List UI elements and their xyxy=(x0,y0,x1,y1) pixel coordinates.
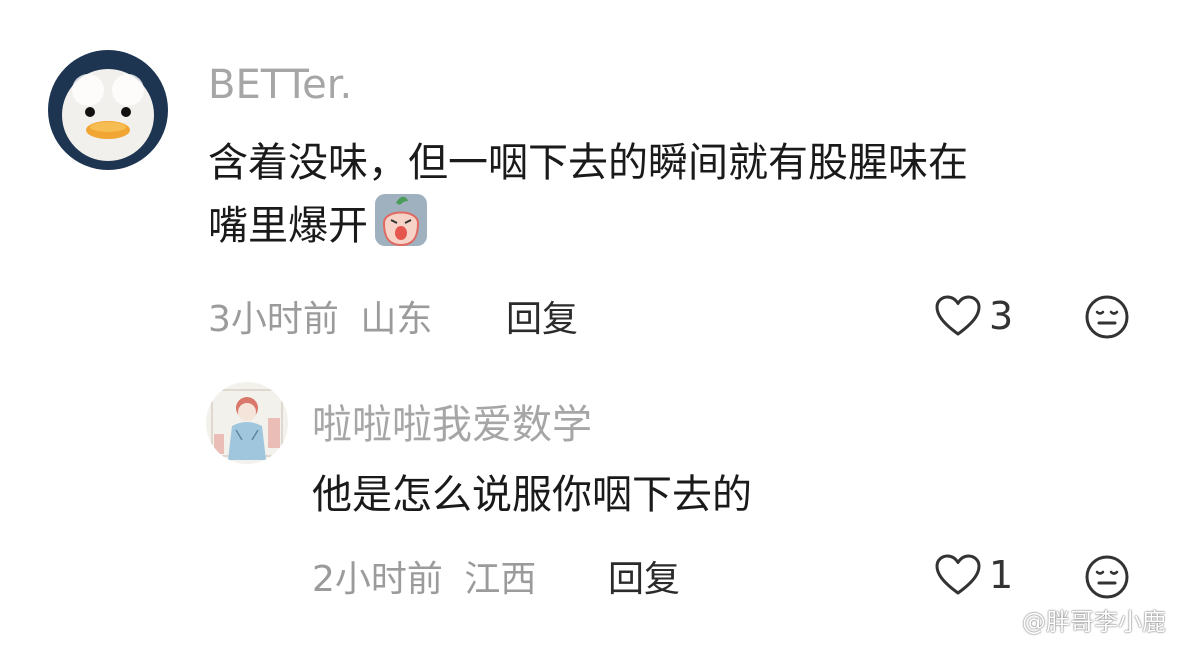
comment-text-line-with-emoji: 嘴里爆开 xyxy=(208,193,1128,264)
watermark-text: @胖哥李小鹿 xyxy=(1022,608,1166,636)
watermark: @胖哥李小鹿 xyxy=(982,602,1166,637)
heart-icon xyxy=(935,295,981,336)
dislike-button[interactable] xyxy=(1084,554,1130,604)
reply-button[interactable]: 回复 xyxy=(506,290,578,342)
comment-username[interactable]: 啦啦啦我爱数学 xyxy=(312,392,592,450)
like-button[interactable]: 1 xyxy=(935,553,1013,597)
comment-text-line: 含着没味，但一咽下去的瞬间就有股腥味在 xyxy=(208,140,968,186)
comment-meta: 2小时前 江西 xyxy=(312,550,536,602)
comment-text: 他是怎么说服你咽下去的 xyxy=(312,472,752,518)
dislike-button[interactable] xyxy=(1084,294,1130,344)
weibo-logo-icon xyxy=(982,608,1016,633)
comment-time: 3小时前 xyxy=(208,299,339,340)
comment-meta: 3小时前 山东 xyxy=(208,290,432,342)
comment-username[interactable]: BETTer. xyxy=(208,62,352,108)
like-button[interactable]: 3 xyxy=(935,294,1013,338)
avatar-lalala[interactable] xyxy=(206,382,288,464)
neutral-face-icon xyxy=(1085,295,1129,339)
comment-location: 山东 xyxy=(360,299,433,340)
heart-icon xyxy=(935,554,981,595)
comment-text: 含着没味，但一咽下去的瞬间就有股腥味在 嘴里爆开 xyxy=(208,134,1128,264)
like-count: 3 xyxy=(989,294,1014,338)
comment-time: 2小时前 xyxy=(312,559,443,600)
reply-button[interactable]: 回复 xyxy=(608,550,680,602)
duck-avatar-image xyxy=(48,50,168,170)
like-count: 1 xyxy=(989,553,1014,597)
comment-location: 江西 xyxy=(464,559,537,600)
avatar-better[interactable] xyxy=(48,50,168,170)
neutral-face-icon xyxy=(1085,555,1129,599)
sketch-avatar-image xyxy=(206,382,288,464)
comment-text-line: 嘴里爆开 xyxy=(208,203,368,250)
crying-radish-emoji-icon xyxy=(374,193,428,264)
